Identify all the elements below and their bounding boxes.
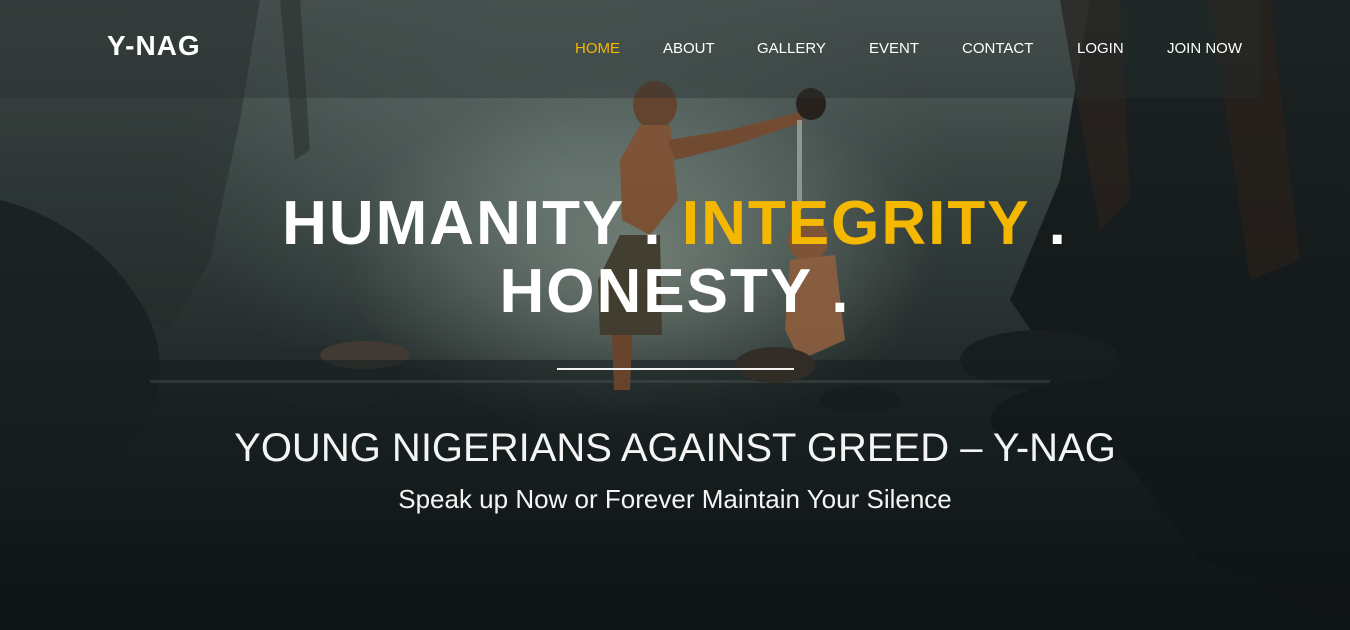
hero-tagline: Speak up Now or Forever Maintain Your Si… bbox=[398, 484, 952, 514]
hero-divider bbox=[557, 368, 794, 370]
hero-section: Y-NAG HOME ABOUT GALLERY EVENT CONTACT L… bbox=[0, 0, 1350, 630]
nav-login-link[interactable]: LOGIN bbox=[1077, 40, 1124, 57]
nav-about-link[interactable]: ABOUT bbox=[663, 40, 715, 57]
headline-word-integrity: INTEGRITY bbox=[681, 189, 1030, 258]
hero-headline: HUMANITY . INTEGRITY . HONESTY . bbox=[0, 190, 1350, 326]
nav-home-link[interactable]: HOME bbox=[575, 40, 620, 57]
headline-separator: . bbox=[1029, 189, 1068, 258]
hero-subtitle: YOUNG NIGERIANS AGAINST GREED – Y-NAG bbox=[234, 426, 1116, 470]
nav-join-now-link[interactable]: JOIN NOW bbox=[1167, 40, 1242, 57]
nav-gallery-link[interactable]: GALLERY bbox=[757, 40, 826, 57]
top-navbar: Y-NAG HOME ABOUT GALLERY EVENT CONTACT L… bbox=[0, 0, 1260, 98]
headline-word-honesty: HONESTY . bbox=[499, 257, 851, 326]
headline-word-humanity: HUMANITY . bbox=[282, 189, 682, 258]
nav-event-link[interactable]: EVENT bbox=[869, 40, 919, 57]
site-logo[interactable]: Y-NAG bbox=[107, 30, 201, 62]
nav-contact-link[interactable]: CONTACT bbox=[962, 40, 1033, 57]
